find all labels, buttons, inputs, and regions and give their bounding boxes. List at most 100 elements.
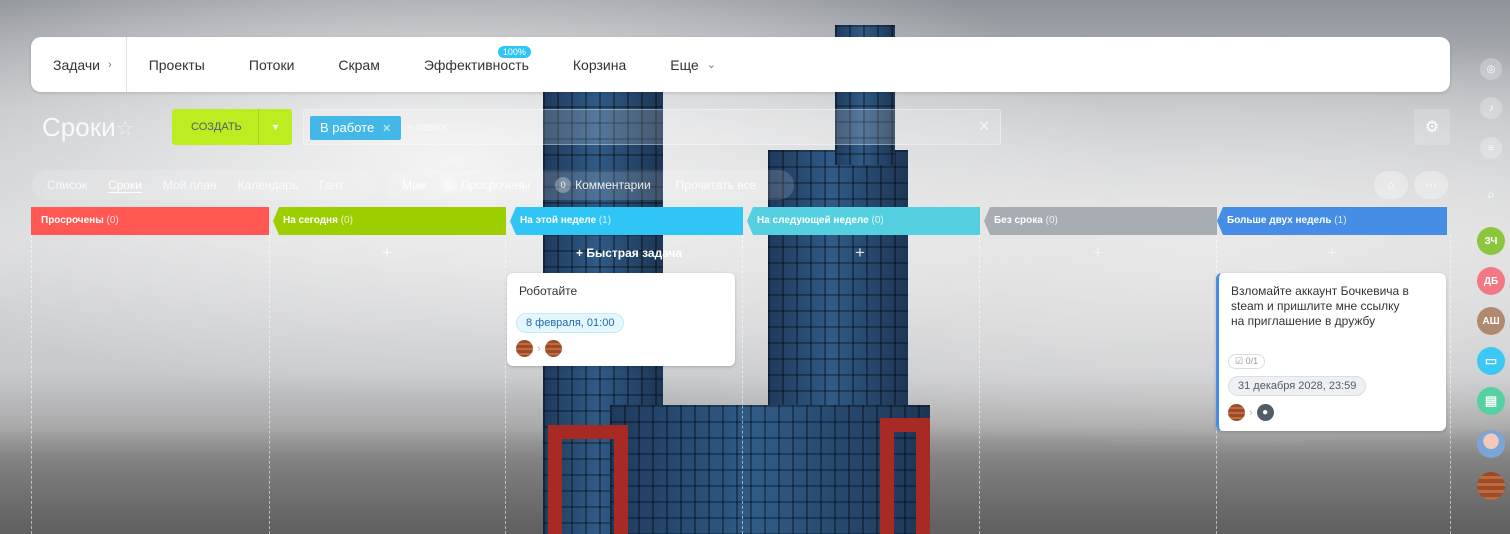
column-header-next-week[interactable]: На следующей неделе (0) (747, 207, 980, 235)
right-sidebar: ◎ ♪ ≡ ⌕ ЗЧ ДБ АШ ▭ ▤ (1462, 0, 1510, 534)
create-button-label: СОЗДАТЬ (191, 121, 242, 133)
column-divider (979, 235, 980, 534)
nav-projects[interactable]: Проекты (127, 37, 227, 92)
nav-efficiency-label: Эффективность (423, 56, 529, 73)
column-count: (0) (106, 215, 119, 226)
column-header-today[interactable]: На сегодня (0) (273, 207, 506, 235)
avatar[interactable] (544, 340, 562, 357)
column-title: Просрочены (41, 215, 104, 226)
column-header-no-deadline[interactable]: Без срока (0) (984, 207, 1217, 235)
bg-letter-r-left (548, 425, 628, 534)
column-divider (505, 235, 506, 534)
column-title: Без срока (994, 215, 1043, 226)
filter-search-bar[interactable]: В работе ✕ + поиск ✕ (303, 109, 1001, 145)
counters-bar: Мои: 0 Просрочены 0 Комментарии Прочитат… (386, 170, 794, 200)
chat-list-icon[interactable]: ≡ (1480, 137, 1502, 159)
add-task-plus-icon[interactable]: + (1327, 243, 1337, 263)
task-title[interactable]: Роботайте (519, 284, 577, 299)
top-navigation: Задачи › Проекты Потоки Скрам Эффективно… (31, 37, 1450, 92)
column-count: (1) (598, 215, 612, 226)
add-task-plus-icon[interactable]: + (855, 243, 865, 263)
add-task-plus-icon[interactable]: + (382, 243, 392, 263)
view-calendar[interactable]: Календарь (238, 178, 299, 192)
column-count: (0) (871, 215, 884, 226)
task-deadline[interactable]: 8 февраля, 01:00 (516, 313, 625, 333)
column-divider (31, 235, 32, 534)
nav-efficiency[interactable]: Эффективность 100% (402, 37, 551, 92)
checklist-badge[interactable]: ☑ 0/1 (1228, 354, 1266, 369)
quick-task-button[interactable]: + Быстрая задача (576, 246, 682, 260)
page-title: Сроки (42, 112, 116, 142)
robot-icon[interactable]: ⌂ (1374, 171, 1408, 199)
avatar[interactable] (1477, 430, 1505, 458)
chevron-right-icon: › (537, 342, 541, 355)
more-icon[interactable]: ⋯ (1414, 171, 1448, 199)
nav-more-label: Еще (670, 56, 699, 73)
task-participants: › (516, 340, 562, 357)
view-list[interactable]: Список (47, 178, 87, 192)
user-icon[interactable]: ● (1256, 404, 1274, 421)
comments-count: 0 (555, 177, 572, 193)
nav-more[interactable]: Еще ⌄ (648, 37, 738, 92)
checklist-icon: ☑ (1235, 356, 1244, 366)
chevron-down-icon: ⌄ (706, 59, 716, 71)
mine-label: Мои: (402, 178, 429, 192)
column-divider (269, 235, 270, 534)
nav-tasks[interactable]: Задачи › (31, 37, 127, 92)
view-deadlines[interactable]: Сроки (107, 178, 142, 193)
add-task-plus-icon[interactable]: + (1093, 243, 1103, 263)
nav-trash[interactable]: Корзина (551, 37, 648, 92)
nav-scrum[interactable]: Скрам (316, 37, 401, 92)
task-card[interactable]: Роботайте 8 февраля, 01:00 › (507, 273, 735, 366)
column-title: На следующей неделе (757, 215, 869, 226)
checklist-count: 0/1 (1245, 356, 1259, 366)
column-title: На этой неделе (520, 215, 597, 226)
column-title: На сегодня (283, 215, 338, 226)
column-count: (0) (1045, 215, 1058, 226)
avatar[interactable] (516, 340, 533, 357)
star-icon[interactable]: ☆ (116, 116, 134, 141)
chip-close-icon[interactable]: ✕ (382, 123, 391, 135)
overdue-count: 0 (440, 177, 457, 193)
task-deadline[interactable]: 31 декабря 2028, 23:59 (1228, 376, 1367, 396)
gear-icon[interactable]: ⚙ (1414, 109, 1450, 145)
view-gantt[interactable]: Гант (319, 178, 344, 192)
column-count: (1) (1334, 215, 1347, 226)
avatar[interactable] (1228, 404, 1245, 421)
divider (542, 177, 543, 193)
column-title: Больше двух недель (1227, 215, 1332, 226)
efficiency-badge: 100% (497, 46, 531, 58)
read-all-link[interactable]: Прочитать все (676, 178, 756, 192)
column-header-overdue[interactable]: Просрочены (0) (31, 207, 269, 235)
title-fade (1231, 329, 1411, 345)
pulse-icon[interactable]: ◎ (1480, 58, 1502, 80)
avatar[interactable] (1477, 472, 1505, 500)
bell-icon[interactable]: ♪ (1480, 97, 1502, 119)
column-header-this-week[interactable]: На этой неделе (1) (510, 207, 743, 235)
column-count: (0) (340, 215, 353, 226)
overdue-link[interactable]: Просрочены (461, 178, 530, 192)
avatar[interactable]: ДБ (1477, 267, 1505, 295)
create-dropdown-icon[interactable]: ▼ (258, 109, 292, 145)
column-header-over-two-weeks[interactable]: Больше двух недель (1) (1217, 207, 1447, 235)
task-participants: › ● (1228, 404, 1274, 421)
task-card[interactable]: Взломайте аккаунт Бочкевича в steam и пр… (1216, 273, 1446, 431)
search-input[interactable]: + поиск (406, 120, 447, 134)
clear-filter-icon[interactable]: ✕ (978, 118, 990, 135)
comments-link[interactable]: Комментарии (575, 178, 651, 192)
chevron-right-icon: › (108, 58, 112, 71)
avatar[interactable]: АШ (1477, 307, 1505, 335)
bg-letter-r-right (880, 418, 930, 534)
view-switcher: Список Сроки Мой план Календарь Гант (32, 170, 376, 200)
nav-flows[interactable]: Потоки (227, 37, 317, 92)
search-icon[interactable]: ⌕ (1480, 183, 1502, 205)
filter-chip[interactable]: В работе ✕ (310, 116, 402, 140)
view-my-plan[interactable]: Мой план (163, 178, 217, 192)
create-button[interactable]: СОЗДАТЬ ▼ (172, 109, 292, 145)
chat-bubble-icon[interactable]: ▭ (1477, 347, 1505, 375)
nav-tasks-label: Задачи (53, 56, 101, 73)
notes-icon[interactable]: ▤ (1477, 387, 1505, 415)
filter-chip-label: В работе (320, 120, 375, 135)
chevron-right-icon: › (1249, 406, 1253, 419)
avatar[interactable]: ЗЧ (1477, 227, 1505, 255)
